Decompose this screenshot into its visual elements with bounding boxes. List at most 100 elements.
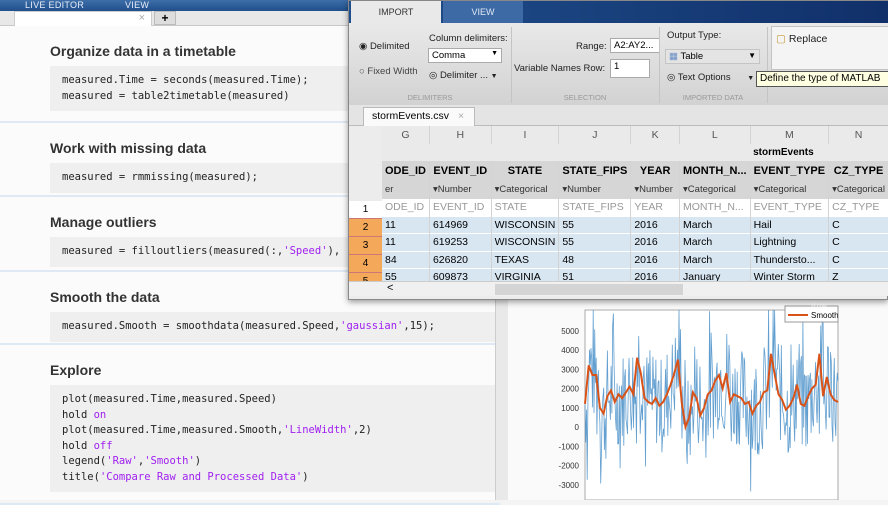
table-cell[interactable]: WISCONSIN [491,216,560,234]
code-line[interactable]: measured.Smooth = smoothdata(measured.Sp… [62,319,488,335]
table-cell[interactable]: March [679,251,751,269]
tab-import[interactable]: IMPORT [351,1,441,23]
table-row[interactable]: 84 626820 TEXAS 48 2016 March Thundersto... C [382,251,888,269]
code-block[interactable]: plot(measured.Time,measured.Speed) hold o… [50,385,500,492]
row-header[interactable]: 2 [349,219,382,237]
table-cell[interactable]: Lightning [750,233,830,251]
code-block[interactable]: measured.Smooth = smoothdata(measured.Sp… [50,312,500,342]
code-line[interactable]: legend('Raw','Smooth') [62,454,488,470]
variable-name[interactable]: MONTH_N... [679,161,751,181]
variable-type-dropdown[interactable]: er [382,181,430,199]
table-cell[interactable]: ODE_ID [382,198,430,216]
table-row[interactable]: ODE_ID EVENT_ID STATE STATE_FIPS YEAR MONTH_N… [382,198,888,216]
table-cell[interactable]: EVENT_ID [429,198,492,216]
close-icon[interactable]: × [139,12,145,24]
close-icon[interactable]: × [458,110,464,122]
delimiter-options-button[interactable]: ◎ Delimiter ... ▼ [429,70,498,81]
code-line[interactable]: plot(measured.Time,measured.Speed) [62,392,488,408]
variable-name[interactable]: EVENT_TYPE [750,161,830,181]
table-cell[interactable]: Z [828,268,888,281]
table-cell[interactable]: 626820 [429,251,492,269]
scrollbar-thumb[interactable] [495,284,683,295]
table-cell[interactable]: 11 [382,216,430,234]
table-cell[interactable]: 48 [558,251,632,269]
tab-view[interactable]: VIEW [443,1,523,23]
variable-type-dropdown[interactable]: ▾Number [429,181,492,199]
table-cell[interactable]: 2016 [630,268,681,281]
table-cell[interactable]: WISCONSIN [491,233,560,251]
table-cell[interactable]: 55 [558,233,632,251]
table-cell[interactable]: 2016 [630,233,681,251]
variable-name[interactable]: EVENT_ID [429,161,492,181]
tab-view[interactable]: VIEW [125,0,149,11]
code-line[interactable]: hold on [62,408,488,424]
variable-name[interactable]: CZ_TYPE [828,161,888,181]
table-cell[interactable]: TEXAS [491,251,560,269]
table-cell[interactable]: YEAR [630,198,681,216]
variable-name[interactable]: STATE_FIPS [558,161,632,181]
table-cell[interactable]: 11 [382,233,430,251]
table-row[interactable]: 55 609873 VIRGINIA 51 2016 January Winter Stor… [382,268,888,281]
table-cell[interactable]: STATE [491,198,560,216]
table-cell[interactable]: Hail [750,216,830,234]
import-selection-dropdown[interactable]: ▢ Replace [771,26,888,70]
output-type-dropdown[interactable]: ▦ Table ▼ [665,49,760,64]
table-cell[interactable]: C [828,216,888,234]
table-cell[interactable]: 619253 [429,233,492,251]
table-cell[interactable]: January [679,268,751,281]
variable-type-dropdown[interactable]: ▾Categorical [491,181,560,199]
variable-name[interactable]: YEAR [630,161,681,181]
table-cell[interactable]: 84 [382,251,430,269]
plot-axes[interactable]: 5000 4000 3000 2000 1000 0 -1000 -2000 -3000 Smoo… [508,300,888,501]
table-cell[interactable]: Thundersto... [750,251,830,269]
table-cell[interactable]: MONTH_N... [679,198,751,216]
row-header[interactable]: 1 [349,201,382,219]
table-cell[interactable]: C [828,233,888,251]
table-cell[interactable]: 55 [558,216,632,234]
variable-type-dropdown[interactable]: ▾Categorical [828,181,888,199]
text-options-button[interactable]: ◎ Text Options ▼ [667,72,754,83]
table-cell[interactable]: STATE_FIPS [558,198,632,216]
variable-names-row-spinner[interactable]: 1 [610,59,650,78]
code-line[interactable]: plot(measured.Time,measured.Smooth,'Line… [62,423,488,439]
horizontal-scrollbar[interactable]: < [349,281,888,296]
table-cell[interactable]: 614969 [429,216,492,234]
variable-name[interactable]: ODE_ID [382,161,430,181]
editor-file-tab[interactable]: × [14,11,152,26]
range-input[interactable]: A2:AY2... [610,38,660,53]
variable-type-dropdown[interactable]: ▾Number [630,181,681,199]
table-cell[interactable]: 2016 [630,216,681,234]
figure-output[interactable]: 5000 4000 3000 2000 1000 0 -1000 -2000 -3000 Smoo… [508,300,888,501]
table-cell[interactable]: March [679,216,751,234]
scroll-left-arrow[interactable]: < [387,282,393,294]
table-cell[interactable]: March [679,233,751,251]
table-row[interactable]: 11 619253 WISCONSIN 55 2016 March Lightning C [382,233,888,251]
table-cell[interactable]: 55 [382,268,430,281]
replace-option[interactable]: ▢ Replace [776,33,827,45]
column-delimiter-dropdown[interactable]: Comma ▼ [428,48,502,63]
table-cell[interactable]: C [828,251,888,269]
variable-name[interactable]: STATE [491,161,560,181]
table-cell[interactable]: Winter Storm [750,268,830,281]
row-header[interactable]: 3 [349,237,382,255]
data-preview-grid[interactable]: G H I J K L M NstormEvents ODE_ID EVENT_ID STATE ST… [349,126,888,281]
table-cell[interactable]: EVENT_TYPE [750,198,830,216]
table-cell[interactable]: VIRGINIA [491,268,560,281]
table-row[interactable]: 11 614969 WISCONSIN 55 2016 March Hail C [382,216,888,234]
row-header[interactable]: 5 [349,273,382,281]
fixed-width-radio[interactable]: ○ Fixed Width [359,66,418,77]
variable-type-dropdown[interactable]: ▾Number [558,181,632,199]
grid-table[interactable]: G H I J K L M NstormEvents ODE_ID EVENT_ID STATE ST… [382,126,888,281]
tab-live-editor[interactable]: LIVE EDITOR [25,0,84,11]
code-line[interactable]: title('Compare Raw and Processed Data') [62,470,488,486]
table-cell[interactable]: 2016 [630,251,681,269]
delimited-radio[interactable]: ◉ Delimited [359,41,410,52]
add-tab-button[interactable]: + [154,11,176,25]
code-line[interactable]: hold off [62,439,488,455]
variable-type-dropdown[interactable]: ▾Categorical [750,181,830,199]
variable-type-dropdown[interactable]: ▾Categorical [679,181,751,199]
table-cell[interactable]: 51 [558,268,632,281]
row-header[interactable]: 4 [349,255,382,273]
file-tab-stormevents[interactable]: stormEvents.csv × [363,107,475,126]
table-cell[interactable]: 609873 [429,268,492,281]
